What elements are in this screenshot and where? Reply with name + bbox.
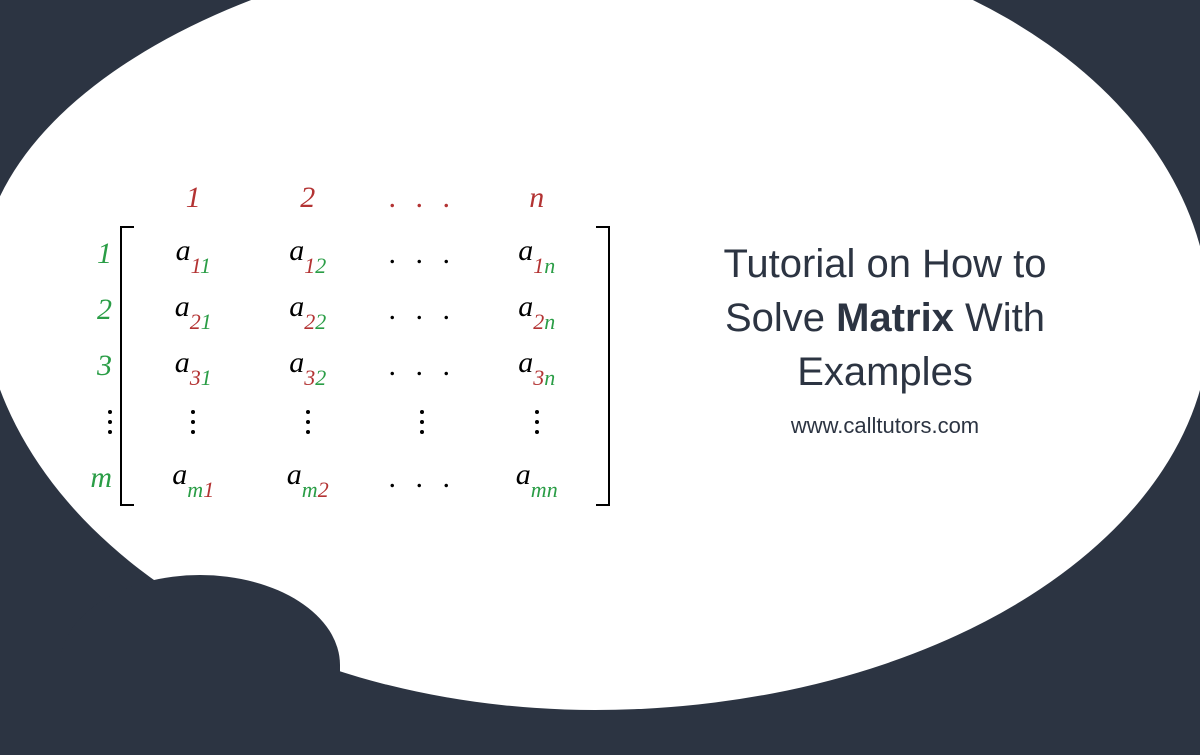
matrix-cell: amn	[516, 458, 558, 497]
matrix-cell-vdots	[191, 410, 195, 434]
matrix-cell-vdots	[420, 410, 424, 434]
content-wrapper: 1 2 . . . n 1 a11 a12 . . . a1n 2 a21 a2…	[0, 0, 1200, 675]
matrix-cell: am2	[287, 458, 329, 497]
matrix-cell: a1n	[518, 234, 555, 273]
col-header-1: 1	[186, 181, 201, 215]
title-line: With	[954, 296, 1045, 340]
matrix-cell: a12	[289, 234, 326, 273]
matrix-cell: am1	[172, 458, 214, 497]
title-line: Solve	[725, 296, 836, 340]
col-header-n: n	[529, 181, 544, 215]
left-bracket-icon	[120, 226, 136, 506]
title-block: Tutorial on How to Solve Matrix With Exa…	[610, 237, 1130, 439]
col-header-2: 2	[300, 181, 315, 215]
title-line: Tutorial on How to	[723, 242, 1046, 286]
right-bracket-icon	[594, 226, 610, 506]
matrix-diagram: 1 2 . . . n 1 a11 a12 . . . a1n 2 a21 a2…	[70, 170, 610, 506]
matrix-cell-vdots	[306, 410, 310, 434]
matrix-cell-vdots	[535, 410, 539, 434]
matrix-cell-dots: . . .	[389, 349, 457, 383]
matrix-cell: a2n	[518, 290, 555, 329]
matrix-cell-dots: . . .	[389, 237, 457, 271]
matrix-cell: a32	[289, 346, 326, 385]
page-title: Tutorial on How to Solve Matrix With Exa…	[640, 237, 1130, 399]
row-header-2: 2	[97, 293, 120, 327]
matrix-cell: a3n	[518, 346, 555, 385]
row-header-m: m	[90, 461, 120, 495]
row-header-1: 1	[97, 237, 120, 271]
row-header-3: 3	[97, 349, 120, 383]
col-header-dots: . . .	[389, 181, 457, 215]
matrix-cell: a11	[176, 234, 211, 273]
title-emphasis: Matrix	[836, 296, 954, 340]
matrix-cell-dots: . . .	[389, 461, 457, 495]
matrix-cell-dots: . . .	[389, 293, 457, 327]
matrix-grid: 1 2 . . . n 1 a11 a12 . . . a1n 2 a21 a2…	[70, 170, 610, 506]
matrix-cell: a21	[175, 290, 212, 329]
subtitle-url: www.calltutors.com	[640, 413, 1130, 439]
matrix-cell: a22	[289, 290, 326, 329]
title-line: Examples	[797, 350, 973, 394]
row-header-vdots	[108, 410, 120, 434]
matrix-cell: a31	[175, 346, 212, 385]
